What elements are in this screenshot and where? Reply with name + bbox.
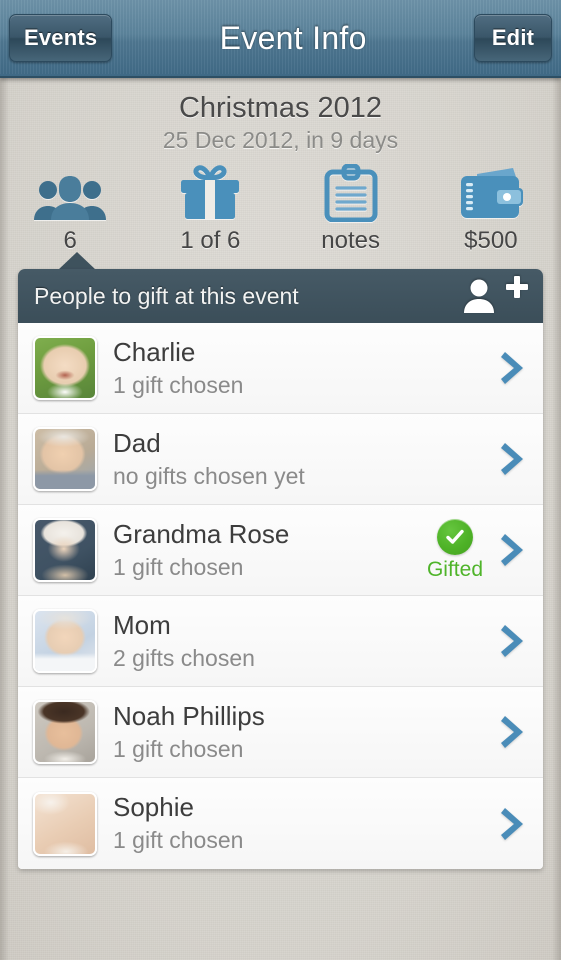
back-button-events[interactable]: Events <box>9 14 113 62</box>
stat-people[interactable]: 6 <box>0 166 140 255</box>
event-title: Christmas 2012 <box>178 92 383 124</box>
avatar <box>33 700 97 764</box>
row-text: Grandma Rose 1 gift chosen <box>113 520 427 580</box>
add-person-icon <box>464 276 528 313</box>
wallet-icon <box>455 166 527 222</box>
chevron-right-icon[interactable] <box>495 712 529 752</box>
chevron-right-icon[interactable] <box>495 439 529 479</box>
event-stats-row: 6 1 of 6 notes $500 <box>0 164 561 255</box>
stat-gifts[interactable]: 1 of 6 <box>140 165 280 255</box>
people-panel: People to gift at this event Charlie 1 g… <box>18 252 543 869</box>
table-row[interactable]: Noah Phillips 1 gift chosen <box>18 687 543 778</box>
person-name: Noah Phillips <box>113 701 265 731</box>
person-status: no gifts chosen yet <box>113 462 305 489</box>
person-status: 1 gift chosen <box>113 735 244 762</box>
chevron-right-icon[interactable] <box>495 348 529 388</box>
panel-header: People to gift at this event <box>18 269 543 323</box>
row-text: Noah Phillips 1 gift chosen <box>113 702 495 762</box>
stat-people-value: 6 <box>63 227 77 254</box>
stat-gifts-value: 1 of 6 <box>180 227 241 254</box>
person-name: Sophie <box>113 793 194 823</box>
navigation-bar: Events Event Info Edit <box>0 0 561 78</box>
app-screen: Events Event Info Edit Christmas 2012 25… <box>0 0 561 960</box>
status-badge: Gifted <box>426 518 483 582</box>
notes-icon <box>323 164 379 222</box>
avatar <box>33 609 97 673</box>
event-subtitle: 25 Dec 2012, in 9 days <box>162 127 399 153</box>
panel-header-label: People to gift at this event <box>34 282 299 309</box>
people-icon <box>32 166 108 222</box>
row-text: Charlie 1 gift chosen <box>113 338 495 398</box>
avatar <box>33 427 97 491</box>
table-row[interactable]: Sophie 1 gift chosen <box>18 778 543 869</box>
edit-button-label: Edit <box>491 25 535 50</box>
avatar <box>33 518 97 582</box>
chevron-right-icon[interactable] <box>495 621 529 661</box>
table-row[interactable]: Mom 2 gifts chosen <box>18 596 543 687</box>
back-button-label: Events <box>24 25 98 50</box>
table-row[interactable]: Grandma Rose 1 gift chosen Gifted <box>18 505 543 596</box>
person-name: Mom <box>113 610 171 640</box>
row-text: Mom 2 gifts chosen <box>113 611 495 671</box>
chevron-right-icon[interactable] <box>495 804 529 844</box>
avatar <box>33 791 97 856</box>
person-status: 2 gifts chosen <box>113 644 255 671</box>
person-status: 1 gift chosen <box>113 827 244 854</box>
row-text: Sophie 1 gift chosen <box>113 793 495 853</box>
add-person-button[interactable] <box>459 276 529 316</box>
person-name: Dad <box>113 428 161 458</box>
stat-notes-value: notes <box>321 227 380 254</box>
person-status: 1 gift chosen <box>113 371 244 398</box>
stat-budget[interactable]: $500 <box>421 166 561 255</box>
chevron-right-icon[interactable] <box>495 530 529 570</box>
row-text: Dad no gifts chosen yet <box>113 429 495 489</box>
stat-notes[interactable]: notes <box>281 164 421 255</box>
event-header: Christmas 2012 25 Dec 2012, in 9 days <box>0 78 561 154</box>
gift-icon <box>174 165 246 222</box>
page-title: Event Info <box>219 19 367 56</box>
person-name: Charlie <box>113 337 196 367</box>
person-name: Grandma Rose <box>113 519 290 549</box>
edit-button[interactable]: Edit <box>474 14 552 62</box>
stat-budget-value: $500 <box>464 227 518 254</box>
avatar <box>33 336 97 400</box>
table-row[interactable]: Dad no gifts chosen yet <box>18 414 543 505</box>
status-badge-label: Gifted <box>426 557 483 581</box>
check-icon <box>436 518 473 555</box>
table-row[interactable]: Charlie 1 gift chosen <box>18 323 543 414</box>
people-list: Charlie 1 gift chosen Dad no gifts chose… <box>18 323 543 869</box>
person-status: 1 gift chosen <box>113 553 244 580</box>
panel-pointer <box>58 252 96 270</box>
